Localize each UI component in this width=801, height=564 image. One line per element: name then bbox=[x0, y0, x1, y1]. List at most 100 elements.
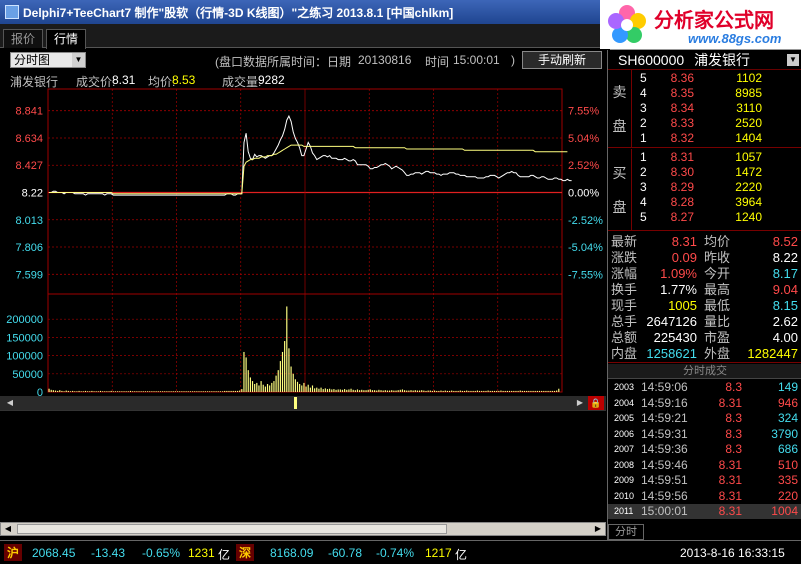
tick-row[interactable]: 2003 14:59:06 8.3 149 bbox=[608, 380, 801, 395]
percent-axis-label: 2.52% bbox=[568, 160, 599, 172]
tick-row[interactable]: 2008 14:59:46 8.31 510 bbox=[608, 458, 801, 473]
sz-change: -60.78 bbox=[328, 546, 363, 560]
scroll-left-icon[interactable]: ◀ bbox=[4, 397, 16, 409]
volume-bar bbox=[508, 390, 511, 392]
tick-row[interactable]: 2010 14:59:56 8.31 220 bbox=[608, 489, 801, 504]
intraday-chart[interactable]: 8.841 8.634 8.427 8.22 8.013 7.806 7.599 7.55%… bbox=[0, 88, 606, 396]
stat-value: 0.09 bbox=[671, 250, 697, 265]
brand-url[interactable]: www.88gs.com bbox=[688, 31, 781, 46]
sell-level-row[interactable]: 1 8.32 1404 bbox=[632, 132, 801, 145]
volume-bar bbox=[67, 390, 69, 392]
volume-bar bbox=[436, 390, 438, 392]
tick-volume: 3790 bbox=[771, 426, 798, 441]
sell-level-row[interactable]: 5 8.36 1102 bbox=[632, 72, 801, 85]
scrollbar-thumb[interactable] bbox=[17, 524, 447, 534]
chart-toolbar: 分时图 ▼ (盘口数据所属时间：日期 20130816 时间 15:00:01 … bbox=[0, 49, 610, 71]
stat-label: 现手 bbox=[611, 298, 638, 313]
tick-row[interactable]: 2005 14:59:21 8.3 324 bbox=[608, 411, 801, 426]
manual-refresh-button[interactable]: 手动刷新 bbox=[522, 51, 602, 69]
stat-label: 内盘 bbox=[611, 346, 638, 361]
volume-bar bbox=[151, 391, 153, 392]
price-axis-label: 8.22 bbox=[22, 188, 43, 200]
volume-bar bbox=[414, 390, 416, 392]
stat-label: 最低 bbox=[704, 298, 731, 313]
percent-axis-label: -7.55% bbox=[568, 269, 603, 281]
tick-row[interactable]: 2009 14:59:51 8.31 335 bbox=[608, 473, 801, 488]
tick-row[interactable]: 2011 15:00:01 8.31 1004 bbox=[608, 504, 801, 519]
sell-price: 8.32 bbox=[670, 131, 694, 145]
volume-bar bbox=[401, 389, 404, 392]
volume-bar bbox=[472, 390, 474, 392]
buy-level-row[interactable]: 4 8.28 3964 bbox=[632, 196, 801, 209]
percent-axis-label: 0.00% bbox=[568, 188, 599, 200]
volume-axis-label: 0 bbox=[37, 387, 43, 396]
chevron-down-icon[interactable]: ▼ bbox=[72, 53, 85, 67]
tick-time: 14:59:06 bbox=[641, 380, 688, 394]
volume-bar bbox=[346, 389, 348, 392]
tick-number: 2008 bbox=[614, 459, 635, 470]
stat-value: 8.31 bbox=[671, 234, 697, 249]
volume-bar bbox=[459, 390, 461, 392]
volume-bar bbox=[249, 377, 251, 392]
scrollbar-left-icon[interactable]: ◀ bbox=[1, 523, 15, 535]
tick-time: 14:59:46 bbox=[641, 457, 688, 472]
volume-bar bbox=[292, 373, 294, 392]
volume-bar bbox=[132, 391, 134, 392]
stat-row: 最新 8.31 均价 8.52 bbox=[608, 234, 801, 250]
sell-level-row[interactable]: 2 8.33 2520 bbox=[632, 117, 801, 130]
volume-bar bbox=[264, 386, 266, 392]
tick-price: 8.3 bbox=[725, 442, 742, 456]
tick-row[interactable]: 2004 14:59:16 8.31 946 bbox=[608, 396, 801, 411]
tick-row[interactable]: 2007 14:59:36 8.3 686 bbox=[608, 442, 801, 457]
scrollbar-right-icon[interactable]: ▶ bbox=[591, 523, 605, 535]
volume-value: 9282 bbox=[258, 73, 285, 87]
volume-bar bbox=[127, 391, 129, 392]
volume-bar bbox=[217, 391, 219, 392]
volume-bar bbox=[256, 382, 258, 392]
time-cursor-marker[interactable] bbox=[294, 397, 297, 409]
volume-bar bbox=[106, 391, 108, 392]
volume-bar bbox=[453, 390, 455, 392]
sell-level-row[interactable]: 3 8.34 3110 bbox=[632, 102, 801, 115]
scroll-right-icon[interactable]: ▶ bbox=[574, 397, 586, 409]
tick-row[interactable]: 2006 14:59:31 8.3 3790 bbox=[608, 427, 801, 442]
stat-label: 外盘 bbox=[704, 346, 731, 361]
tick-time: 15:00:01 bbox=[641, 504, 688, 518]
sell-level-row[interactable]: 4 8.35 8985 bbox=[632, 87, 801, 100]
volume-bar bbox=[74, 391, 76, 392]
volume-bar bbox=[299, 383, 301, 392]
volume-bar bbox=[80, 391, 82, 392]
volume-bar bbox=[491, 390, 493, 392]
tick-volume: 324 bbox=[777, 411, 798, 425]
volume-bar bbox=[337, 389, 339, 392]
buy-level-row[interactable]: 2 8.30 1472 bbox=[632, 166, 801, 179]
chart-type-select[interactable]: 分时图 ▼ bbox=[10, 52, 86, 68]
volume-bar bbox=[303, 382, 305, 392]
volume-bar bbox=[541, 390, 543, 392]
tab-ticks[interactable]: 分时 bbox=[608, 524, 644, 540]
horizontal-scrollbar[interactable]: ◀ ▶ bbox=[0, 522, 606, 536]
lock-icon[interactable]: 🔒 bbox=[588, 396, 604, 410]
sz-market-label: 深 bbox=[236, 544, 255, 561]
tab-market[interactable]: 行情 bbox=[46, 29, 87, 49]
buy-level-row[interactable]: 5 8.27 1240 bbox=[632, 211, 801, 224]
volume-bar bbox=[215, 391, 217, 392]
chevron-down-icon[interactable]: ▼ bbox=[787, 54, 799, 66]
buy-level-row[interactable]: 1 8.31 1057 bbox=[632, 151, 801, 164]
volume-bar bbox=[536, 390, 538, 392]
volume-bar bbox=[245, 357, 247, 392]
tick-price: 8.31 bbox=[718, 504, 742, 518]
sh-market-label: 沪 bbox=[4, 544, 23, 561]
buy-level-row[interactable]: 3 8.29 2220 bbox=[632, 181, 801, 194]
volume-bar bbox=[65, 390, 67, 392]
volume-bar bbox=[286, 306, 288, 392]
buy-price: 8.30 bbox=[670, 165, 694, 179]
tick-header: 分时成交 bbox=[608, 364, 801, 379]
volume-bar bbox=[258, 385, 260, 392]
tick-time: 14:59:31 bbox=[641, 426, 688, 441]
volume-bar bbox=[380, 390, 382, 392]
tab-quote[interactable]: 报价 bbox=[3, 29, 44, 48]
sell-book: 卖 盘 5 8.36 1102 4 8.35 8985 3 8.34 3110 2 8.33 2520… bbox=[608, 70, 801, 148]
volume-bar bbox=[273, 381, 275, 392]
volume-bar bbox=[395, 390, 397, 392]
